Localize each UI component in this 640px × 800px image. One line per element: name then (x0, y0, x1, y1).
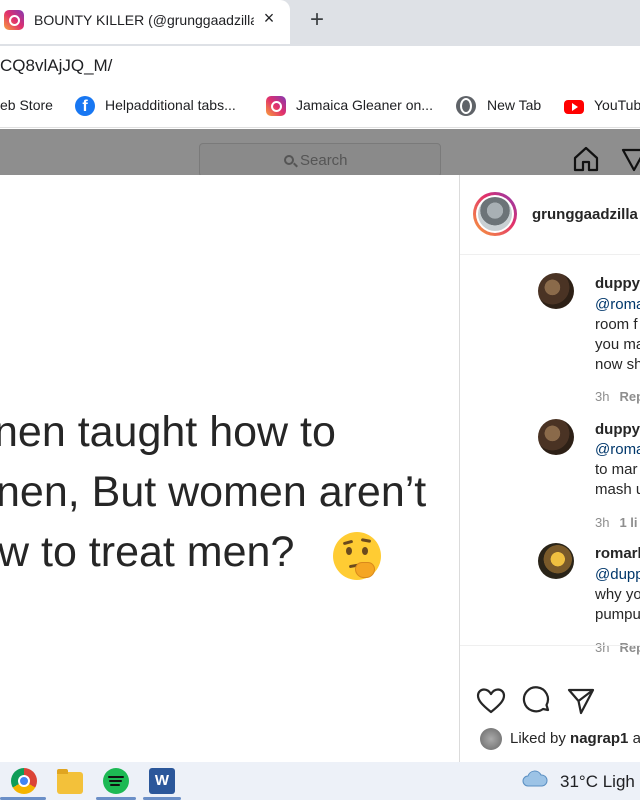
bookmarks-bar: eb Store f Helpadditional tabs... Jamaic… (0, 86, 640, 128)
image-text-line: nen, But women aren’t (0, 468, 427, 516)
author-avatar[interactable] (473, 192, 517, 236)
author-username[interactable]: grunggaadzilla (532, 206, 638, 223)
new-tab-button[interactable]: + (305, 6, 329, 34)
search-icon (284, 155, 294, 165)
comment-time: 3h (595, 515, 610, 530)
tab-close-button[interactable]: × (259, 8, 279, 29)
tab-title: BOUNTY KILLER (@grunggaadzilla) (34, 12, 254, 28)
share-icon[interactable] (566, 686, 596, 716)
spotify-icon[interactable] (103, 768, 129, 794)
comment-meta: 3h 1 li (595, 515, 638, 530)
instagram-icon (266, 96, 286, 116)
word-icon[interactable]: W (149, 768, 175, 794)
comment-text: you ma (595, 336, 640, 353)
bookmark-youtube[interactable]: YouTube (594, 97, 640, 113)
address-bar[interactable]: CQ8vlAjJQ_M/ (0, 46, 640, 86)
liked-by-text: Liked by nagrap1 a (510, 730, 640, 747)
comment-text: to mar (595, 461, 638, 478)
post-side-panel: grunggaadzilla duppy @roma room f you ma… (460, 175, 640, 762)
weather-cloud-icon (522, 770, 548, 787)
thinking-face-emoji-icon (333, 532, 381, 580)
facebook-icon: f (75, 96, 95, 116)
comment-username[interactable]: duppy (595, 421, 640, 438)
bookmark-new-tab[interactable]: New Tab (487, 97, 541, 113)
url-text[interactable]: CQ8vlAjJQ_M/ (0, 56, 112, 76)
post-image[interactable]: nen taught how to nen, But women aren’t … (0, 175, 460, 762)
comment-text: why yo (595, 586, 640, 603)
heart-icon[interactable] (476, 686, 506, 716)
comment-text: now sh (595, 356, 640, 373)
comment-mention[interactable]: @roma (595, 296, 640, 313)
post-header: grunggaadzilla (460, 175, 640, 255)
comment-username[interactable]: duppy (595, 275, 640, 292)
comment-text: room f (595, 316, 638, 333)
liked-by-user[interactable]: nagrap1 (570, 730, 628, 747)
browser-tab[interactable]: BOUNTY KILLER (@grunggaadzilla) × (0, 0, 290, 44)
liker-avatar[interactable] (480, 728, 502, 750)
tab-strip: BOUNTY KILLER (@grunggaadzilla) × + (0, 0, 640, 46)
commenter-avatar[interactable] (538, 419, 574, 455)
comment-likes[interactable]: 1 li (619, 515, 637, 530)
explore-icon[interactable] (620, 145, 640, 173)
commenter-avatar[interactable] (538, 273, 574, 309)
reply-button[interactable]: Rep (619, 389, 640, 404)
weather-text[interactable]: 31°C Ligh (560, 772, 635, 792)
commenter-avatar[interactable] (538, 543, 574, 579)
comment-mention[interactable]: @roma (595, 441, 640, 458)
image-text-line: w to treat men? (0, 528, 295, 576)
liked-by-suffix: a (632, 730, 640, 747)
chrome-icon[interactable] (11, 768, 37, 794)
bookmark-helpadditional[interactable]: Helpadditional tabs... (105, 97, 236, 113)
globe-icon (456, 96, 476, 116)
bookmark-jamaica-gleaner[interactable]: Jamaica Gleaner on... (296, 97, 433, 113)
comment-time: 3h (595, 389, 610, 404)
search-input[interactable]: Search (199, 143, 441, 177)
comment-mention[interactable]: @dupp (595, 566, 640, 583)
comment-username[interactable]: romarl (595, 545, 640, 562)
comment-meta: 3h Rep (595, 389, 640, 404)
liked-by-prefix: Liked by (510, 730, 566, 747)
home-icon[interactable] (572, 145, 600, 173)
post-actions: Liked by nagrap1 a (460, 645, 640, 762)
comment-text: pumpu (595, 606, 640, 623)
bookmark-web-store[interactable]: eb Store (0, 97, 53, 113)
instagram-favicon-icon (4, 10, 24, 30)
file-explorer-icon[interactable] (57, 769, 83, 794)
search-placeholder: Search (300, 152, 348, 169)
comment-text: mash u (595, 481, 640, 498)
comment-icon[interactable] (522, 686, 552, 716)
youtube-icon (564, 100, 584, 114)
image-text-line: nen taught how to (0, 408, 336, 456)
